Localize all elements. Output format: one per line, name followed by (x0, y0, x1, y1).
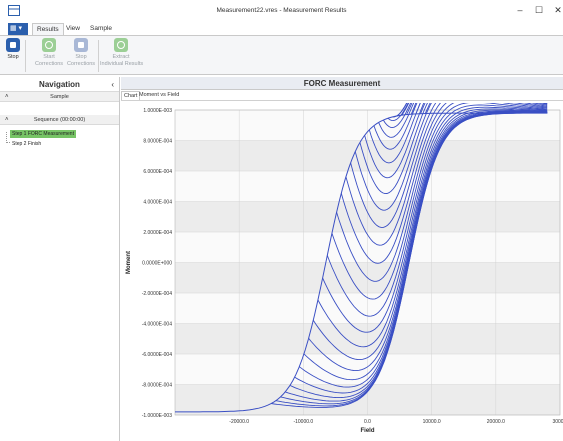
results-main-panel: FORC Measurement Chart Moment vs Field 1… (121, 77, 563, 441)
y-tick-label: 2.0000E-004 (143, 230, 172, 236)
stop-corrections-label: Stop Corrections (66, 54, 96, 67)
tree-connector (6, 132, 10, 143)
panel-title: FORC Measurement (121, 77, 563, 90)
ribbon-panel: Stop Start Corrections Stop Corrections … (0, 35, 563, 75)
forc-chart[interactable]: 1.0000E-003 8.0000E-004 6.0000E-004 4.0000E… (121, 103, 563, 441)
tab-sample[interactable]: Sample (86, 23, 116, 35)
collapse-panel-icon[interactable]: ‹ (111, 77, 114, 92)
stop-icon (6, 38, 20, 52)
extract-results-button[interactable]: Extract Individual Results (100, 38, 144, 67)
y-tick-label: -8.0000E-004 (142, 383, 173, 389)
navigation-title: Navigation (39, 80, 80, 89)
start-corrections-label: Start Corrections (34, 54, 64, 67)
start-corrections-icon (42, 38, 56, 52)
close-button[interactable]: ✕ (547, 3, 563, 17)
file-menu-button[interactable]: ▦ ▾ (8, 23, 28, 35)
chevron-up-icon: ˄ (5, 117, 9, 123)
sequence-section-header[interactable]: ˄ Sequence (00:00:00) (0, 115, 119, 125)
tab-view[interactable]: View (62, 23, 84, 35)
chart-subtabs: Chart Moment vs Field (121, 90, 563, 101)
file-menu-icon: ▦ ▾ (10, 25, 23, 32)
ribbon-separator (25, 40, 26, 72)
y-tick-label: -1.0000E-003 (142, 413, 173, 419)
y-tick-label: -6.0000E-004 (142, 352, 173, 358)
y-tick-label: 6.0000E-004 (143, 169, 172, 175)
y-tick-label: 1.0000E-003 (143, 108, 172, 114)
start-corrections-button[interactable]: Start Corrections (34, 38, 64, 67)
y-axis-ticks: 1.0000E-003 8.0000E-004 6.0000E-004 4.0000E… (142, 108, 173, 419)
x-tick-label: 10000.0 (423, 419, 441, 425)
ribbon-separator (98, 40, 99, 72)
x-axis-label: Field (360, 428, 374, 434)
stop-corrections-icon (74, 38, 88, 52)
sequence-step-finish[interactable]: Step 2 Finish (10, 140, 43, 148)
sequence-step-forc[interactable]: Step 1 FORC Measurement (10, 130, 76, 138)
y-tick-label: 0.0000E+000 (142, 261, 172, 267)
tab-results[interactable]: Results (32, 23, 64, 35)
y-tick-label: 8.0000E-004 (143, 139, 172, 145)
chevron-up-icon: ˄ (5, 94, 9, 100)
sequence-section-label: Sequence (00:00:00) (33, 117, 86, 123)
sample-section-label: Sample (50, 94, 69, 100)
stop-label: Stop (7, 54, 19, 60)
x-tick-label: 3000 (552, 419, 563, 425)
window-title: Measurement22.vres - Measurement Results (216, 7, 347, 14)
stop-button[interactable]: Stop (5, 38, 21, 61)
y-axis-label: Moment (126, 251, 132, 274)
extract-icon (114, 38, 128, 52)
sample-section-header[interactable]: ˄ Sample (0, 92, 119, 102)
x-tick-label: 0.0 (364, 419, 371, 425)
stop-corrections-button[interactable]: Stop Corrections (66, 38, 96, 67)
x-tick-label: -10000.0 (293, 419, 313, 425)
extract-label: Extract Individual Results (100, 54, 144, 67)
navigation-panel: Navigation ‹ ˄ Sample ˄ Sequence (00:00:… (0, 77, 120, 441)
subtab-moment-vs-field[interactable]: Moment vs Field (137, 91, 181, 100)
x-tick-label: 20000.0 (487, 419, 505, 425)
title-bar: Measurement22.vres - Measurement Results… (0, 0, 563, 22)
y-tick-label: -2.0000E-004 (142, 291, 173, 297)
y-tick-label: -4.0000E-004 (142, 322, 173, 328)
navigation-header: Navigation ‹ (0, 77, 119, 92)
x-axis-ticks: -20000.0 -10000.0 0.0 10000.0 20000.0 3000 (229, 419, 563, 425)
y-tick-label: 4.0000E-004 (143, 200, 172, 206)
x-tick-label: -20000.0 (229, 419, 249, 425)
